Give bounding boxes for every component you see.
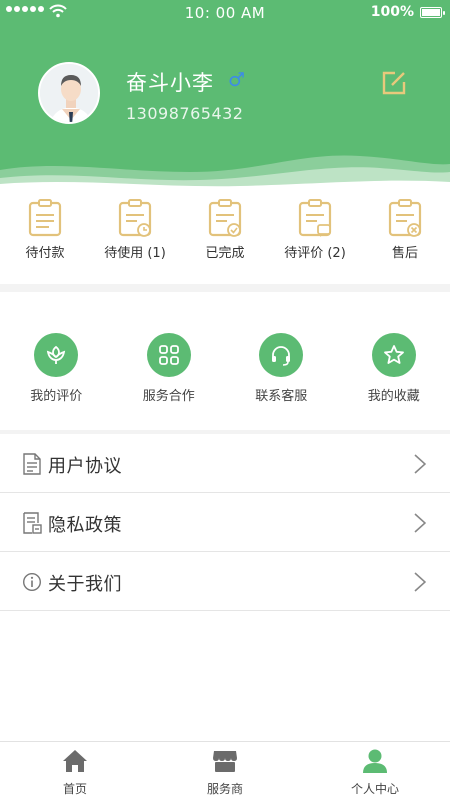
clipboard-clock-icon (118, 199, 152, 237)
avatar[interactable] (38, 62, 100, 124)
header-wave-decoration (0, 155, 450, 192)
tab-label: 首页 (62, 782, 87, 796)
service-cooperation[interactable]: 服务合作 (113, 292, 226, 430)
service-contact-support[interactable]: 联系客服 (225, 292, 338, 430)
order-label: 待评价 (2) (284, 246, 346, 261)
policy-document-icon (23, 512, 42, 534)
user-phone: 13098765432 (126, 104, 244, 123)
battery-percentage: 100% (370, 4, 414, 20)
edit-icon (382, 71, 406, 95)
flower-icon (47, 345, 66, 364)
bottom-tab-bar: 首页 服务商 个人中心 (0, 741, 450, 800)
chevron-right-icon (414, 572, 426, 592)
document-icon (23, 453, 41, 475)
service-label: 服务合作 (142, 389, 195, 404)
menu-privacy-policy[interactable]: 隐私政策 (0, 493, 450, 552)
tab-service-provider[interactable]: 服务商 (150, 742, 300, 800)
clipboard-x-icon (388, 199, 422, 237)
service-icon-circle (371, 333, 416, 377)
headset-icon (272, 346, 291, 366)
order-to-use[interactable]: 待使用 (1) (90, 192, 180, 284)
person-avatar-icon (40, 64, 98, 122)
service-label: 我的收藏 (367, 389, 420, 404)
menu-label: 关于我们 (48, 574, 122, 595)
tab-home[interactable]: 首页 (0, 742, 150, 800)
clipboard-icon (28, 199, 62, 237)
user-name: 奋斗小李 (126, 71, 214, 95)
service-label: 联系客服 (255, 389, 308, 404)
settings-list: 用户协议 隐私政策 关于我们 (0, 434, 450, 611)
status-bar: 10: 00 AM 100% (0, 0, 450, 26)
service-my-favorites[interactable]: 我的收藏 (338, 292, 450, 430)
menu-label: 用户协议 (48, 456, 122, 477)
menu-about-us[interactable]: 关于我们 (0, 552, 450, 611)
order-completed[interactable]: 已完成 (180, 192, 270, 284)
order-label: 待使用 (1) (104, 246, 166, 261)
home-icon (63, 750, 87, 772)
grid-icon (158, 345, 179, 365)
tab-label: 个人中心 (350, 782, 399, 796)
order-label: 售后 (391, 246, 418, 261)
service-my-reviews[interactable]: 我的评价 (0, 292, 113, 430)
profile-header: 10: 00 AM 100% 奋斗小李 ♂ 13098765432 (0, 0, 450, 192)
order-status-row: 待付款 待使用 (1) 已完成 待评价 (2) 售后 (0, 192, 450, 284)
service-label: 我的评价 (30, 389, 83, 404)
tab-label: 服务商 (206, 782, 243, 796)
order-pending-payment[interactable]: 待付款 (0, 192, 90, 284)
service-icon-circle (34, 333, 79, 377)
service-icon-circle (259, 333, 304, 377)
clipboard-check-icon (208, 199, 242, 237)
menu-label: 隐私政策 (48, 515, 122, 536)
services-row: 我的评价 服务合作 联系客服 我的收藏 (0, 292, 450, 430)
person-icon (363, 749, 387, 773)
tab-personal-center[interactable]: 个人中心 (300, 742, 450, 800)
chevron-right-icon (414, 513, 426, 533)
edit-profile-button[interactable] (381, 70, 407, 96)
order-label: 已完成 (205, 246, 245, 261)
order-label: 待付款 (25, 246, 65, 261)
order-to-review[interactable]: 待评价 (2) (270, 192, 360, 284)
star-icon (383, 345, 404, 364)
menu-user-agreement[interactable]: 用户协议 (0, 434, 450, 493)
battery-icon (420, 7, 445, 18)
section-divider (0, 284, 450, 292)
store-icon (213, 751, 237, 772)
info-icon (22, 572, 42, 592)
gender-male-icon: ♂ (228, 69, 246, 91)
chevron-right-icon (414, 454, 426, 474)
clipboard-chat-icon (298, 199, 332, 237)
order-after-sales[interactable]: 售后 (360, 192, 450, 284)
service-icon-circle (146, 333, 191, 377)
